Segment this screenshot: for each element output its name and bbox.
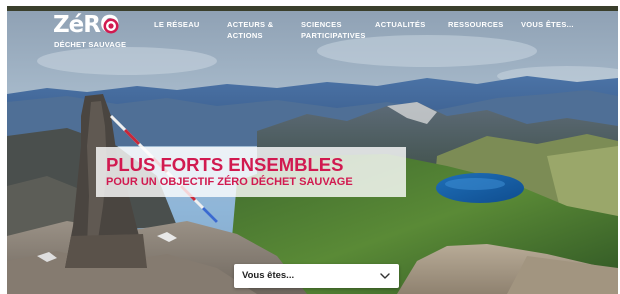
profile-select-value: Vous êtes... (242, 270, 295, 281)
hero-banner: ZéRO DÉCHET SAUVAGE LE RÉSEAU ACTEURS & … (7, 6, 618, 294)
nav-item-sciences-participatives[interactable]: SCIENCES PARTICIPATIVES (301, 19, 366, 41)
target-icon (103, 18, 119, 34)
nav-item-label: ACTUALITÉS (375, 20, 426, 29)
nav-item-label-line1: SCIENCES (301, 20, 342, 29)
nav-item-label: VOUS ÊTES... (521, 20, 574, 29)
nav-item-vous-etes[interactable]: VOUS ÊTES... (521, 19, 574, 30)
site-logo[interactable]: ZéRO DÉCHET SAUVAGE (53, 13, 129, 49)
logo-tagline: DÉCHET SAUVAGE (54, 40, 127, 49)
chevron-down-icon (380, 273, 390, 279)
nav-item-label-line2: ACTIONS (227, 31, 263, 40)
nav-item-actualites[interactable]: ACTUALITÉS (375, 19, 426, 30)
hero-subtitle: POUR UN OBJECTIF ZÉRO DÉCHET SAUVAGE (106, 176, 353, 188)
hero-title-panel: PLUS FORTS ENSEMBLES POUR UN OBJECTIF ZÉ… (96, 147, 406, 197)
nav-item-le-reseau[interactable]: LE RÉSEAU (154, 19, 200, 30)
hero-title: PLUS FORTS ENSEMBLES (106, 154, 344, 175)
profile-select[interactable]: Vous êtes... (234, 264, 399, 288)
top-dark-band (7, 6, 618, 11)
nav-item-ressources[interactable]: RESSOURCES (448, 19, 504, 30)
nav-item-label-line2: PARTICIPATIVES (301, 31, 366, 40)
nav-item-acteurs-actions[interactable]: ACTEURS & ACTIONS (227, 19, 273, 41)
nav-item-label: LE RÉSEAU (154, 20, 200, 29)
nav-item-label: RESSOURCES (448, 20, 504, 29)
nav-item-label-line1: ACTEURS & (227, 20, 274, 29)
